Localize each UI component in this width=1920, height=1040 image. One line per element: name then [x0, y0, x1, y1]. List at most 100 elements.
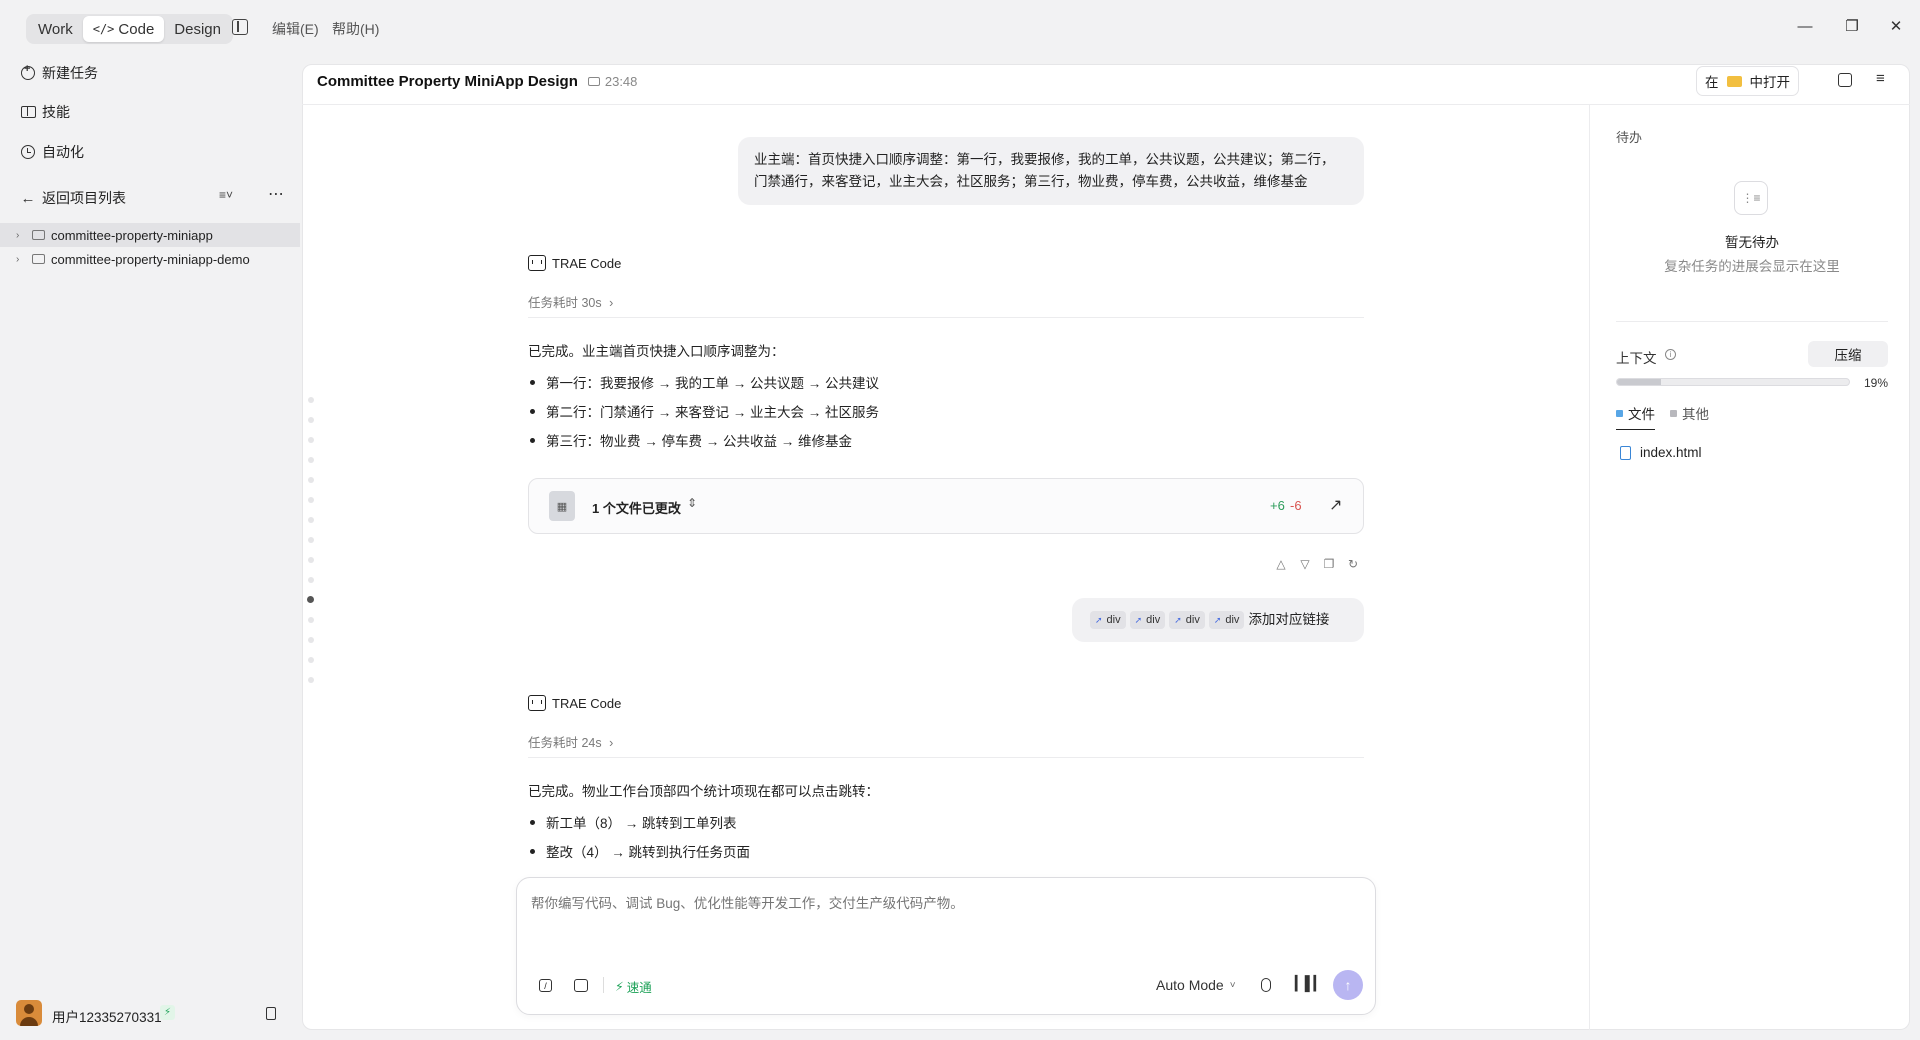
files-icon — [1616, 409, 1623, 417]
list-item-text: 第二行：门禁通行 → 来客登记 → 业主大会 → 社区服务 — [546, 405, 880, 420]
file-change-label: 1 个文件已更改 — [592, 501, 681, 516]
tab-other[interactable]: 其他 — [1670, 403, 1709, 423]
task-time[interactable]: 任务耗时 30s › — [528, 292, 613, 311]
nav-new-task[interactable]: 新建任务 — [20, 62, 98, 84]
menu-edit[interactable]: 编辑(E) — [272, 19, 319, 39]
element-chip[interactable]: ➚ div — [1129, 611, 1166, 629]
compress-button[interactable]: 压缩 — [1808, 341, 1888, 367]
file-change-card[interactable]: ▦ 1 个文件已更改 ⇕ +6 -6 ↗ — [528, 478, 1364, 534]
slash-command-icon[interactable]: / — [539, 979, 552, 992]
code-icon: </> — [92, 22, 115, 36]
timeline-dot[interactable] — [308, 477, 314, 483]
timeline-dot[interactable] — [308, 397, 314, 403]
timeline-dot[interactable] — [308, 417, 314, 423]
user-message: 业主端：首页快捷入口顺序调整：第一行，我要报修，我的工单，公共议题，公共建议；第… — [738, 137, 1364, 205]
right-panel-divider — [1589, 105, 1590, 1030]
context-usage-percent: 19% — [1864, 376, 1889, 390]
lightning-icon: ⚡︎ — [615, 980, 624, 994]
file-item[interactable]: index.html — [1620, 445, 1702, 460]
mode-design-button[interactable]: Design — [164, 16, 231, 42]
chat-input[interactable] — [531, 892, 1361, 952]
folder-icon — [32, 230, 45, 240]
nav-automation[interactable]: 自动化 — [20, 141, 84, 163]
speed-mode-button[interactable]: ⚡︎ 速通 — [615, 977, 652, 996]
voice-wave-icon[interactable]: ▎▌▎ — [1295, 975, 1324, 992]
image-upload-icon[interactable] — [574, 979, 588, 992]
list-item: 第三行：物业费 → 停车费 → 公共收益 → 维修基金 — [528, 430, 852, 450]
element-chip[interactable]: ➚ div — [1169, 611, 1205, 629]
empty-todo-desc: 复杂任务的进展会显示在这里 — [1664, 259, 1840, 274]
mode-code-button[interactable]: </> Code — [82, 16, 165, 42]
restore-icon[interactable]: ❐ — [1842, 16, 1862, 36]
tab-files[interactable]: 文件 — [1616, 403, 1655, 430]
copy-icon[interactable]: ❐ — [1322, 557, 1336, 571]
list-item-text: 新工单（8） → 跳转到工单列表 — [546, 816, 737, 831]
nav-skills-label: 技能 — [42, 104, 70, 120]
mode-select[interactable]: Auto Mode ˅ — [1156, 977, 1236, 993]
mode-work-button[interactable]: Work — [28, 16, 83, 42]
folder-icon — [587, 76, 600, 86]
list-item-text: 第一行：我要报修 → 我的工单 → 公共议题 → 公共建议 — [546, 376, 880, 391]
device-icon[interactable] — [266, 1007, 276, 1020]
timeline-dot[interactable] — [308, 437, 314, 443]
list-item-text: 整改（4） → 跳转到执行任务页面 — [546, 845, 751, 860]
timeline-dot[interactable] — [308, 517, 314, 523]
chip-label: div — [1146, 614, 1161, 626]
chevron-right-icon: › — [609, 736, 614, 750]
timeline-dot[interactable] — [308, 457, 314, 463]
menu-help[interactable]: 帮助(H) — [332, 19, 379, 39]
send-button[interactable]: ↑ — [1333, 970, 1363, 1000]
lines-removed: -6 — [1290, 498, 1302, 513]
cursor-icon: ➚ — [1095, 615, 1103, 625]
nav-skills[interactable]: 技能 — [20, 101, 70, 123]
open-external-icon[interactable]: ↗ — [1329, 495, 1342, 515]
refresh-icon[interactable]: ↻ — [1346, 557, 1360, 571]
timeline-dot[interactable] — [308, 677, 314, 683]
nav-new-task-label: 新建任务 — [42, 65, 98, 81]
new-task-icon — [20, 63, 36, 81]
mode-select-label: Auto Mode — [1156, 977, 1224, 993]
back-to-projects[interactable]: ← 返回项目列表 — [20, 187, 127, 209]
thumbs-up-icon[interactable]: △ — [1274, 557, 1288, 571]
expand-toggle-icon[interactable]: ⇕ — [687, 496, 697, 510]
list-item: 第一行：我要报修 → 我的工单 → 公共议题 → 公共建议 — [528, 372, 879, 392]
terminal-icon[interactable] — [1838, 73, 1852, 87]
list-item: 新工单（8） → 跳转到工单列表 — [528, 812, 737, 832]
timeline-dot[interactable] — [308, 557, 314, 563]
minimize-icon[interactable]: — — [1795, 16, 1815, 36]
timeline-dot[interactable] — [308, 617, 314, 623]
timeline-dot-active[interactable] — [307, 596, 314, 603]
chip-label: div — [1225, 614, 1240, 626]
speed-mode-label: 速通 — [626, 981, 652, 995]
list-item-text: 第三行：物业费 → 停车费 → 公共收益 → 维修基金 — [546, 434, 853, 449]
arrow-up-icon: ↑ — [1344, 977, 1352, 993]
open-in-button[interactable]: 在 中打开 — [1696, 66, 1799, 96]
element-chip[interactable]: ➚ div — [1090, 611, 1126, 629]
agent-name: TRAE Code — [552, 255, 622, 271]
open-in-prefix: 在 — [1705, 75, 1719, 90]
empty-todo-title: 暂无待办 — [1725, 235, 1779, 250]
sidebar-toggle-icon[interactable] — [232, 19, 248, 35]
element-chip[interactable]: ➚ div — [1208, 611, 1245, 629]
timeline-dot[interactable] — [308, 637, 314, 643]
timeline-dot[interactable] — [308, 657, 314, 663]
task-time[interactable]: 任务耗时 24s › — [528, 732, 613, 751]
avatar[interactable] — [16, 1000, 42, 1026]
timeline-dot[interactable] — [308, 537, 314, 543]
more-icon[interactable]: ⋯ — [268, 184, 285, 204]
thumbs-down-icon[interactable]: ▽ — [1298, 557, 1312, 571]
sort-icon[interactable]: ≡˅ — [219, 188, 233, 202]
close-icon[interactable]: ✕ — [1886, 16, 1906, 36]
mode-code-label: Code — [118, 20, 155, 38]
open-in-suffix: 中打开 — [1749, 75, 1791, 90]
microphone-icon[interactable] — [1261, 978, 1271, 992]
page-title: Committee Property MiniApp Design — [317, 72, 578, 90]
chevron-right-icon: › — [16, 229, 20, 241]
project-item[interactable]: › committee-property-miniapp-demo — [0, 247, 300, 271]
project-item[interactable]: › committee-property-miniapp — [0, 223, 300, 247]
timeline-dot[interactable] — [308, 577, 314, 583]
tab-files-label: 文件 — [1628, 407, 1655, 422]
info-icon[interactable]: i — [1665, 349, 1676, 360]
panel-list-icon[interactable]: ≡ — [1876, 70, 1885, 87]
timeline-dot[interactable] — [308, 497, 314, 503]
